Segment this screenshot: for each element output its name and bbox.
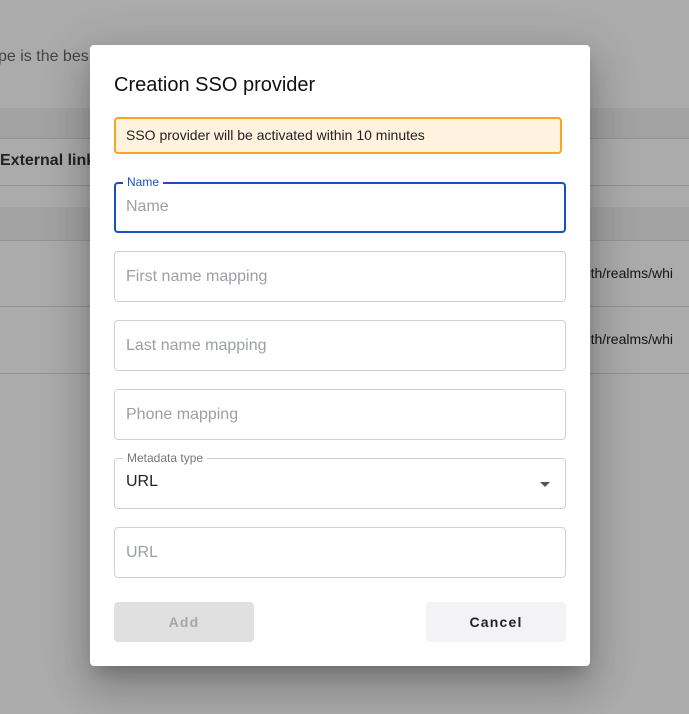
add-button[interactable]: Add	[114, 602, 254, 642]
metadata-type-value: URL	[126, 473, 159, 490]
phone-mapping-input[interactable]	[126, 390, 546, 439]
metadata-type-label: Metadata type	[123, 451, 208, 465]
last-name-mapping-input[interactable]	[126, 321, 546, 370]
chevron-down-icon[interactable]	[540, 482, 550, 487]
url-field	[114, 527, 566, 578]
url-input[interactable]	[126, 528, 546, 577]
metadata-type-select[interactable]: Metadata type URL	[114, 451, 566, 509]
first-name-mapping-input[interactable]	[126, 252, 546, 301]
first-name-mapping-field	[114, 251, 566, 302]
create-sso-provider-dialog: Creation SSO provider SSO provider will …	[90, 45, 590, 666]
name-input[interactable]	[126, 183, 546, 230]
last-name-mapping-field	[114, 320, 566, 371]
cancel-button[interactable]: Cancel	[426, 602, 566, 642]
dialog-title: Creation SSO provider	[114, 74, 316, 96]
phone-mapping-field	[114, 389, 566, 440]
name-field: Name	[114, 175, 566, 233]
activation-alert: SSO provider will be activated within 10…	[114, 117, 562, 154]
